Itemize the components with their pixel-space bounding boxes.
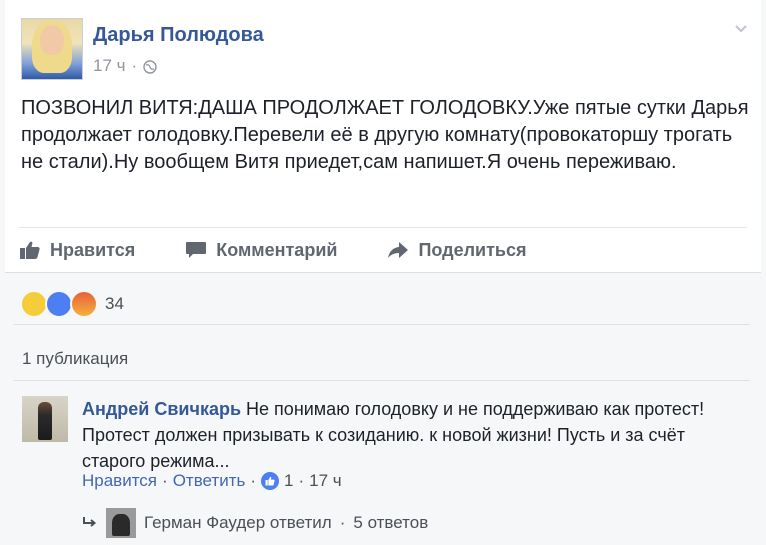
sad-reaction-icon: [20, 290, 48, 318]
globe-icon[interactable]: [143, 59, 157, 74]
author-avatar[interactable]: [21, 18, 83, 80]
post-action-bar: Нравится Комментарий Поделиться: [19, 227, 747, 272]
meta-separator: ·: [131, 56, 138, 75]
replier-text[interactable]: Герман Фаудер ответил: [144, 513, 332, 533]
avatar-face: [40, 25, 64, 55]
avatar-person: [38, 402, 52, 440]
replier-avatar: [106, 508, 136, 538]
comment-like-count[interactable]: 1: [284, 471, 293, 491]
comment-divider: [14, 380, 750, 381]
replier-figure: [112, 514, 130, 536]
share-icon: [388, 242, 409, 258]
reaction-count: 34: [105, 294, 124, 313]
comment-body: Андрей Свичкарь Не понимаю голодовку и н…: [82, 396, 732, 474]
shares-count[interactable]: 1 публикация: [22, 349, 128, 369]
post-time[interactable]: 17 ч: [93, 56, 126, 76]
angry-reaction-icon: [70, 290, 98, 318]
post-author-name[interactable]: Дарья Полюдова: [93, 24, 264, 47]
comment-time[interactable]: 17 ч: [309, 471, 342, 491]
post-meta: 17 ч ·: [93, 56, 157, 76]
comment-label: Комментарий: [216, 239, 338, 260]
comment-like-link[interactable]: Нравится: [82, 471, 157, 491]
shares-divider: [14, 324, 750, 325]
like-reaction-icon: [45, 290, 73, 318]
reply-arrow-icon: [83, 517, 97, 527]
reply-separator: ·: [339, 513, 346, 532]
comment-reply-link[interactable]: Ответить: [173, 471, 246, 491]
sep-3: ·: [298, 471, 305, 490]
replies-count[interactable]: 5 ответов: [353, 513, 428, 533]
commenter-avatar[interactable]: [22, 396, 68, 442]
reaction-summary[interactable]: 34: [20, 290, 124, 318]
like-badge-icon[interactable]: [261, 472, 280, 490]
comment-actions: Нравится · Ответить · 1 · 17 ч: [82, 471, 342, 491]
comment-button[interactable]: Комментарий: [185, 240, 337, 261]
sep-1: ·: [162, 471, 168, 490]
post-card: Дарья Полюдова 17 ч · ПОЗВОНИЛ ВИТЯ:ДАША…: [5, 0, 761, 273]
thumbs-up-icon: [20, 241, 40, 259]
share-button[interactable]: Поделиться: [387, 240, 526, 261]
like-label: Нравится: [50, 239, 136, 260]
comment-icon: [186, 242, 207, 258]
chevron-down-icon[interactable]: [733, 20, 749, 36]
sep-2: ·: [250, 471, 257, 490]
post-text: ПОЗВОНИЛ ВИТЯ:ДАША ПРОДОЛЖАЕТ ГОЛОДОВКУ.…: [21, 97, 749, 173]
comment-author-name[interactable]: Андрей Свичкарь: [82, 399, 241, 419]
replies-summary[interactable]: Герман Фаудер ответил · 5 ответов: [82, 508, 428, 538]
like-button[interactable]: Нравится: [19, 240, 135, 261]
share-label: Поделиться: [418, 239, 527, 260]
